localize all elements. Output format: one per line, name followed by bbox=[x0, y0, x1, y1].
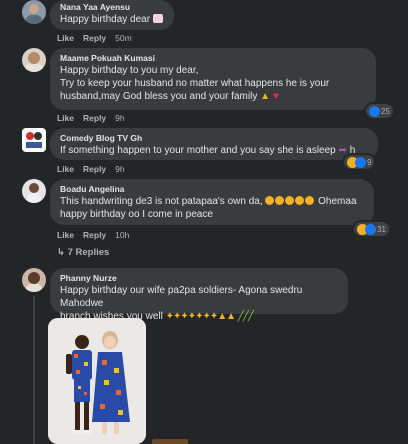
thread-connector bbox=[33, 296, 35, 444]
comment-bubble: Phanny Nurze Happy birthday our wife pa2… bbox=[50, 268, 348, 322]
avatar[interactable] bbox=[22, 128, 46, 152]
like-button[interactable]: Like bbox=[57, 113, 74, 123]
comment-comedy-blog-tv-gh: Comedy Blog TV Gh If something happen to… bbox=[0, 126, 408, 176]
comment-text: Happy birthday dear bbox=[60, 14, 151, 25]
comment-author[interactable]: Phanny Nurze bbox=[60, 273, 338, 284]
reaction-summary[interactable]: 31 bbox=[354, 222, 389, 236]
avatar[interactable] bbox=[22, 48, 46, 72]
couple-photo-image bbox=[48, 318, 146, 444]
timestamp[interactable]: 9h bbox=[115, 113, 124, 123]
comment-phanny-nurze: Phanny Nurze Happy birthday our wife pa2… bbox=[0, 266, 408, 444]
reaction-count: 31 bbox=[377, 224, 386, 234]
laughing-emoji-icon bbox=[265, 196, 315, 207]
comment-actions: Like Reply 50m bbox=[57, 33, 141, 43]
reply-button[interactable]: Reply bbox=[83, 164, 106, 174]
reply-button[interactable]: Reply bbox=[83, 33, 106, 43]
comment-line: Happy birthday to you my dear, bbox=[60, 65, 199, 76]
comment-line: Happy birthday our wife pa2pa soldiers- … bbox=[60, 285, 303, 309]
like-reaction-icon bbox=[355, 156, 366, 168]
comment-maame-pokuah-kumasi: Maame Pokuah Kumasi Happy birthday to yo… bbox=[0, 46, 408, 126]
like-button[interactable]: Like bbox=[57, 33, 74, 43]
timestamp[interactable]: 9h bbox=[115, 164, 124, 174]
cake-emoji-icon bbox=[152, 14, 163, 23]
party-emoji-icon: ✦✦✦✦✦✦✦▲▲ bbox=[165, 311, 236, 322]
comment-boadu-angelina: Boadu Angelina This handwriting de3 is n… bbox=[0, 177, 408, 263]
comment-actions: Like Reply 10h bbox=[57, 230, 138, 240]
like-button[interactable]: Like bbox=[57, 164, 74, 174]
comment-actions: Like Reply 9h bbox=[57, 164, 134, 174]
next-item-peek bbox=[152, 439, 188, 444]
comment-line: happy birthday oo I come in peace bbox=[60, 209, 213, 220]
replies-count: 7 Replies bbox=[67, 247, 110, 258]
comment-bubble: Comedy Blog TV Gh If something happen to… bbox=[50, 128, 378, 160]
comment-bubble: Maame Pokuah Kumasi Happy birthday to yo… bbox=[50, 48, 376, 110]
like-reaction-icon bbox=[369, 105, 380, 117]
avatar[interactable] bbox=[22, 0, 46, 24]
reaction-count: 25 bbox=[381, 106, 390, 116]
comment-author[interactable]: Nana Yaa Ayensu bbox=[60, 2, 164, 13]
praying-hands-icon: ▲ bbox=[260, 91, 271, 102]
avatar[interactable] bbox=[22, 179, 46, 203]
comment-actions: Like Reply 9h bbox=[57, 113, 134, 123]
reaction-count: 9 bbox=[367, 157, 372, 167]
reply-arrow-icon: ↳ bbox=[57, 247, 65, 258]
comment-bubble: Nana Yaa Ayensu Happy birthday dear bbox=[50, 0, 174, 30]
comment-author[interactable]: Boadu Angelina bbox=[60, 184, 364, 195]
reaction-summary[interactable]: 25 bbox=[366, 104, 393, 118]
timestamp[interactable]: 50m bbox=[115, 33, 132, 43]
comment-author[interactable]: Maame Pokuah Kumasi bbox=[60, 53, 366, 64]
comment-author[interactable]: Comedy Blog TV Gh bbox=[60, 133, 368, 144]
comment-line-tail: Ohemaa bbox=[318, 196, 357, 207]
comment-line: husband,may God bless you and your famil… bbox=[60, 91, 258, 102]
comment-line: Try to keep your husband no matter what … bbox=[60, 78, 330, 89]
heart-icon: ♥ bbox=[272, 91, 279, 102]
avatar[interactable] bbox=[22, 268, 46, 292]
reply-button[interactable]: Reply bbox=[83, 113, 106, 123]
reply-button[interactable]: Reply bbox=[83, 230, 106, 240]
view-replies-link[interactable]: ↳ 7 Replies bbox=[57, 247, 109, 258]
comment-nana-yaa-ayensu: Nana Yaa Ayensu Happy birthday dear Like… bbox=[0, 0, 408, 44]
comment-line: This handwriting de3 is not patapaa's ow… bbox=[60, 196, 263, 207]
timestamp[interactable]: 10h bbox=[115, 230, 129, 240]
like-reaction-icon bbox=[365, 223, 376, 235]
comment-bubble: Boadu Angelina This handwriting de3 is n… bbox=[50, 179, 374, 225]
syringe-emoji-icon: ╱╱╱ bbox=[237, 311, 254, 322]
comment-photo[interactable] bbox=[48, 318, 146, 444]
broom-emoji-icon: ➦ bbox=[338, 145, 347, 156]
reaction-summary[interactable]: 9 bbox=[344, 155, 375, 169]
like-button[interactable]: Like bbox=[57, 230, 74, 240]
comment-text: If something happen to your mother and y… bbox=[60, 145, 336, 156]
